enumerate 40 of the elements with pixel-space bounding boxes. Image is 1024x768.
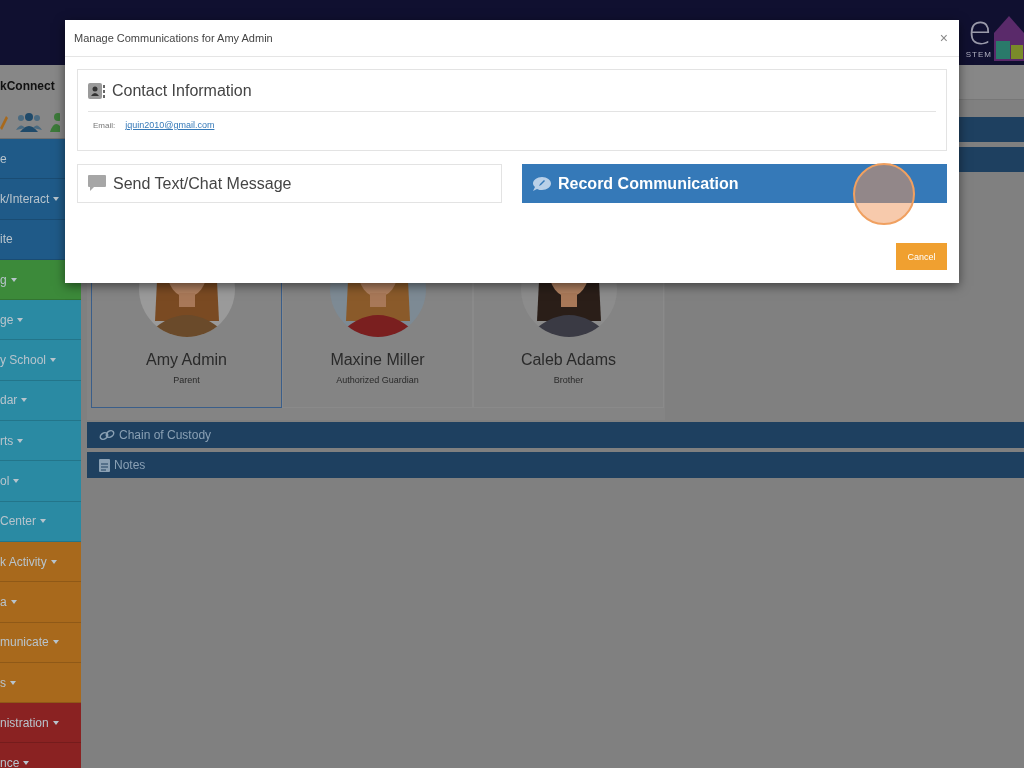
close-button[interactable]: × xyxy=(937,30,950,46)
nav-item[interactable]: k Activity xyxy=(0,541,81,583)
cancel-button[interactable]: Cancel xyxy=(896,243,947,270)
pencil-icon[interactable] xyxy=(0,113,8,130)
action-button[interactable]: Record Communication xyxy=(522,164,947,203)
link-icon xyxy=(99,429,115,441)
contact-role: Parent xyxy=(173,375,200,385)
nav-item[interactable]: y School xyxy=(0,340,81,381)
nav-item[interactable]: nistration xyxy=(0,703,81,744)
section-header[interactable]: Notes xyxy=(87,452,1024,478)
nav-item[interactable]: nce xyxy=(0,743,81,768)
contact-role: Brother xyxy=(553,375,584,385)
action-button[interactable]: Send Text/Chat Message xyxy=(77,164,502,203)
panel-title: Contact Information xyxy=(112,82,252,100)
nav-item[interactable]: ge xyxy=(0,300,81,341)
contact-card-icon xyxy=(88,83,105,99)
contact-name: Caleb Adams xyxy=(520,351,617,369)
section-header[interactable]: Chain of Custody xyxy=(87,422,1024,448)
figure-icon[interactable] xyxy=(50,111,60,132)
nav-item[interactable]: rts xyxy=(0,421,81,462)
nav-item[interactable]: Center xyxy=(0,501,81,542)
nav-item[interactable]: a xyxy=(0,582,81,623)
contact-name: Maxine Miller xyxy=(330,351,425,369)
nav-item[interactable]: dar xyxy=(0,380,81,422)
dialog-title: Manage Communications for Amy Admin xyxy=(74,32,273,44)
logo-tagline: STEM xyxy=(965,50,992,59)
logo-text: e xyxy=(967,10,992,50)
pencil-bubble-icon xyxy=(533,175,551,192)
nav-item[interactable]: ol xyxy=(0,461,81,502)
section-title: Notes xyxy=(114,458,146,472)
email-label: Email: xyxy=(93,120,116,130)
contact-role: Authorized Guardian xyxy=(336,375,419,385)
nav-item[interactable]: municate xyxy=(0,622,81,663)
email-link[interactable]: jquin2010@gmail.com xyxy=(125,120,215,130)
section-title: Chain of Custody xyxy=(119,428,212,442)
contact-name: Amy Admin xyxy=(146,351,227,369)
notepad-icon xyxy=(99,458,110,472)
chat-bubble-icon xyxy=(88,175,106,192)
people-icon[interactable] xyxy=(16,111,42,132)
nav-item[interactable]: s xyxy=(0,662,81,704)
